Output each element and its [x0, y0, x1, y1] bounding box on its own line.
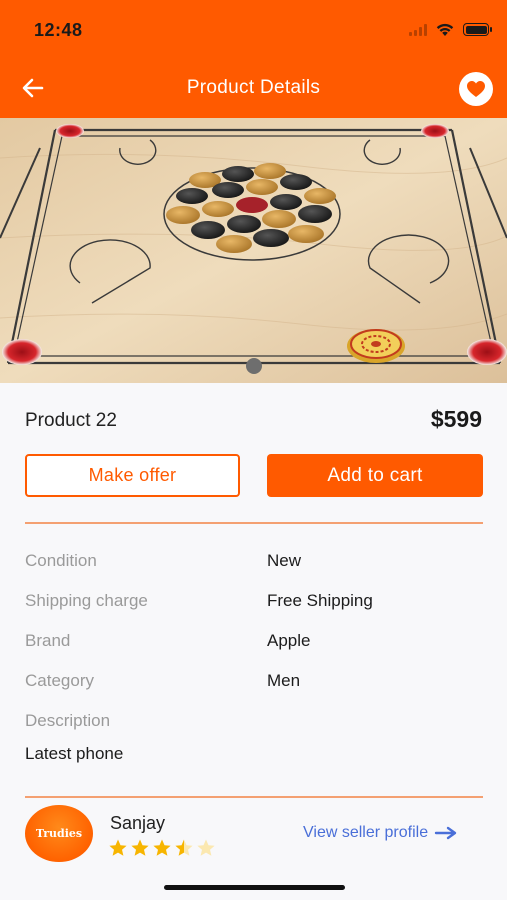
status-time: 12:48 — [34, 20, 83, 40]
star-full-icon — [131, 839, 149, 856]
make-offer-button[interactable]: Make offer — [25, 454, 240, 497]
wifi-icon — [436, 23, 454, 36]
condition-label: Condition — [25, 551, 97, 570]
status-icons — [409, 22, 492, 37]
condition-value: New — [267, 551, 302, 570]
description-value: Latest phone — [25, 744, 124, 763]
battery-icon — [463, 23, 492, 36]
status-bar: 12:48 — [0, 0, 507, 58]
star-empty-icon — [197, 839, 215, 856]
star-full-icon — [109, 839, 127, 856]
cellular-signal-icon — [409, 23, 427, 36]
app-bar: Product Details — [0, 58, 507, 118]
section-divider — [25, 522, 483, 524]
product-name: Product 22 — [25, 410, 117, 431]
seller-rating — [108, 838, 216, 858]
seller-name: Sanjay — [110, 813, 166, 833]
page-title: Product Details — [186, 77, 321, 98]
brand-value: Apple — [267, 631, 311, 650]
product-price: $599 — [430, 406, 482, 432]
category-value: Men — [267, 671, 301, 690]
seller-avatar-text: Trudies — [35, 827, 83, 840]
product-image — [0, 118, 507, 383]
favorite-button[interactable] — [459, 72, 493, 106]
home-indicator[interactable] — [164, 885, 345, 890]
brand-label: Brand — [25, 631, 71, 650]
shipping-charge-label: Shipping charge — [25, 591, 148, 610]
description-label: Description — [25, 711, 111, 730]
view-seller-profile-link[interactable]: View seller profile — [303, 824, 458, 842]
heart-icon — [467, 81, 485, 97]
shipping-charge-value: Free Shipping — [267, 591, 373, 610]
seller-divider — [25, 796, 483, 798]
seller-avatar[interactable]: Trudies — [25, 805, 93, 862]
arrow-right-icon — [434, 826, 457, 840]
star-half-icon — [175, 839, 193, 856]
view-seller-profile-label: View seller profile — [303, 824, 429, 841]
star-full-icon — [153, 839, 171, 856]
add-to-cart-button[interactable]: Add to cart — [267, 454, 483, 497]
category-label: Category — [25, 671, 94, 690]
